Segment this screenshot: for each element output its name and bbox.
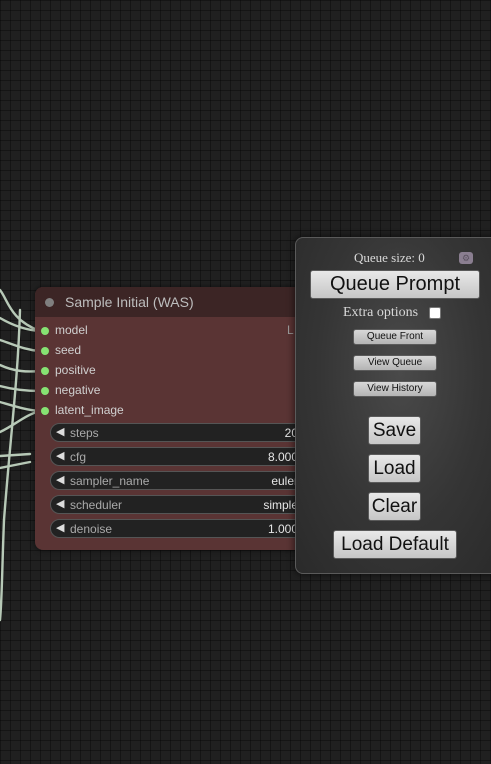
widget-cfg[interactable]: ◀ cfg 8.000 xyxy=(50,447,315,466)
input-slot-negative[interactable]: negative xyxy=(35,381,325,401)
decrement-arrow-icon[interactable]: ◀ xyxy=(56,473,64,486)
wire-down-b xyxy=(0,518,6,622)
widget-value: 1.000 xyxy=(267,522,298,536)
input-label: negative xyxy=(55,383,101,397)
input-label: model xyxy=(55,323,88,337)
input-dot-icon[interactable] xyxy=(41,387,49,395)
output-label: L xyxy=(287,323,294,337)
queue-menu-panel[interactable]: Queue size: 0 ⚙ Queue Prompt Extra optio… xyxy=(295,237,491,574)
widget-label: sampler_name xyxy=(70,474,150,488)
widget-label: cfg xyxy=(70,450,87,464)
sample-initial-node[interactable]: Sample Initial (WAS) model L seed positi… xyxy=(35,287,325,550)
input-slot-model[interactable]: model L xyxy=(35,321,325,341)
save-button[interactable]: Save xyxy=(368,416,421,445)
input-label: positive xyxy=(55,363,96,377)
node-header[interactable]: Sample Initial (WAS) xyxy=(35,287,325,317)
input-dot-icon[interactable] xyxy=(41,327,49,335)
queue-prompt-button[interactable]: Queue Prompt xyxy=(310,270,480,299)
input-label: latent_image xyxy=(55,403,124,417)
decrement-arrow-icon[interactable]: ◀ xyxy=(56,425,64,438)
collapse-dot-icon[interactable] xyxy=(45,298,54,307)
wire-stub-1 xyxy=(0,452,32,458)
input-dot-icon[interactable] xyxy=(41,367,49,375)
load-button[interactable]: Load xyxy=(368,454,421,483)
extra-options-label: Extra options xyxy=(343,305,419,320)
widget-scheduler[interactable]: ◀ scheduler simple xyxy=(50,495,315,514)
queue-size-label: Queue size: 0 xyxy=(354,250,425,265)
input-dot-icon[interactable] xyxy=(41,407,49,415)
widget-label: steps xyxy=(70,426,99,440)
view-history-button[interactable]: View History xyxy=(353,381,437,397)
input-label: seed xyxy=(55,343,82,357)
wire-negative xyxy=(0,384,42,393)
input-slot-seed[interactable]: seed xyxy=(35,341,325,361)
wire-stub-2 xyxy=(0,460,32,470)
view-queue-button[interactable]: View Queue xyxy=(353,355,437,371)
decrement-arrow-icon[interactable]: ◀ xyxy=(56,449,64,462)
clear-button[interactable]: Clear xyxy=(368,492,421,521)
widget-denoise[interactable]: ◀ denoise 1.000 xyxy=(50,519,315,538)
widget-value: 8.000 xyxy=(267,450,298,464)
gear-icon[interactable]: ⚙ xyxy=(459,252,473,264)
widget-value: simple xyxy=(263,498,298,512)
wire-seed xyxy=(0,338,42,353)
extra-options-checkbox[interactable] xyxy=(429,307,441,319)
wire-latent xyxy=(0,400,42,413)
node-title: Sample Initial (WAS) xyxy=(65,294,194,310)
widget-sampler-name[interactable]: ◀ sampler_name euler xyxy=(50,471,315,490)
input-slot-latent-image[interactable]: latent_image xyxy=(35,401,325,421)
queue-front-button[interactable]: Queue Front xyxy=(353,329,437,345)
wire-latent-b xyxy=(0,409,42,434)
input-dot-icon[interactable] xyxy=(41,347,49,355)
decrement-arrow-icon[interactable]: ◀ xyxy=(56,521,64,534)
widget-label: denoise xyxy=(70,522,113,536)
wire-positive xyxy=(0,363,42,373)
input-slot-positive[interactable]: positive xyxy=(35,361,325,381)
load-default-button[interactable]: Load Default xyxy=(333,530,457,559)
widget-value: euler xyxy=(271,474,298,488)
widget-label: scheduler xyxy=(70,498,123,512)
decrement-arrow-icon[interactable]: ◀ xyxy=(56,497,64,510)
widget-steps[interactable]: ◀ steps 20 xyxy=(50,423,315,442)
